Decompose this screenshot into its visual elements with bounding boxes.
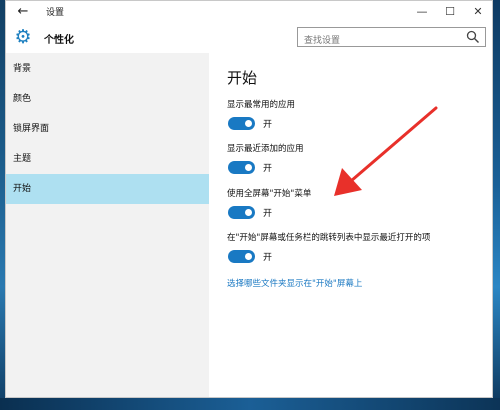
gear-icon: ⚙ bbox=[14, 26, 32, 48]
maximize-button[interactable]: ☐ bbox=[436, 1, 464, 23]
toggle-state-label: 开 bbox=[263, 209, 273, 219]
toggle-switch[interactable] bbox=[228, 206, 255, 219]
sidebar-item-lock-screen[interactable]: 锁屏界面 bbox=[6, 114, 209, 144]
watermark-logo bbox=[357, 366, 378, 397]
section-heading: 开始 bbox=[227, 69, 258, 87]
setting-most-used-apps: 显示最常用的应用 开 bbox=[227, 98, 295, 132]
sidebar-nav: 背景 颜色 锁屏界面 主题 开始 bbox=[6, 53, 209, 397]
toggle-state-label: 开 bbox=[263, 253, 273, 263]
sidebar-item-themes[interactable]: 主题 bbox=[6, 144, 209, 174]
toggle-knob bbox=[245, 164, 252, 171]
sidebar-item-background[interactable]: 背景 bbox=[6, 54, 209, 84]
toggle-state-label: 开 bbox=[263, 164, 273, 174]
title-bar: ← 设置 — ☐ ✕ bbox=[6, 1, 492, 23]
sidebar-item-start[interactable]: 开始 bbox=[6, 174, 209, 204]
close-button[interactable]: ✕ bbox=[464, 1, 492, 23]
sidebar-item-colors[interactable]: 颜色 bbox=[6, 84, 209, 114]
watermark-name: 脚本之家 bbox=[399, 373, 492, 399]
toggle-switch[interactable] bbox=[228, 161, 255, 174]
settings-content: 开始 显示最常用的应用 开 显示最近添加的应用 开 使用全屏幕"开始"菜单 开 … bbox=[209, 53, 492, 397]
toggle-switch[interactable] bbox=[228, 250, 255, 263]
window-title: 设置 bbox=[46, 8, 65, 18]
page-title: 个性化 bbox=[44, 35, 74, 46]
setting-label: 显示最常用的应用 bbox=[227, 100, 296, 110]
back-arrow-icon[interactable]: ← bbox=[14, 3, 32, 21]
search-icon[interactable] bbox=[466, 30, 480, 44]
toggle-knob bbox=[245, 120, 252, 127]
search-input[interactable] bbox=[298, 32, 454, 50]
search-box[interactable] bbox=[297, 27, 486, 50]
toggle-state-label: 开 bbox=[263, 120, 273, 130]
toggle-knob bbox=[245, 209, 252, 216]
desktop-background-right bbox=[493, 0, 500, 410]
setting-full-screen-start: 使用全屏幕"开始"菜单 开 bbox=[227, 187, 311, 221]
setting-recently-added-apps: 显示最近添加的应用 开 bbox=[227, 142, 304, 176]
setting-recent-items-jumplist: 在"开始"屏幕或任务栏的跳转列表中显示最近打开的项 开 bbox=[227, 231, 430, 265]
watermark: jb51.net 脚本之家 bbox=[352, 354, 492, 404]
watermark-url: jb51.net bbox=[441, 354, 488, 365]
settings-window: ← 设置 — ☐ ✕ ⚙ 个性化 背景 颜色 锁屏界面 主题 开始 开始 显示最… bbox=[5, 0, 493, 398]
minimize-button[interactable]: — bbox=[408, 1, 436, 23]
setting-label: 使用全屏幕"开始"菜单 bbox=[227, 189, 312, 199]
toggle-knob bbox=[245, 253, 252, 260]
setting-label: 在"开始"屏幕或任务栏的跳转列表中显示最近打开的项 bbox=[227, 233, 431, 243]
toggle-switch[interactable] bbox=[228, 117, 255, 130]
choose-folders-link[interactable]: 选择哪些文件夹显示在"开始"屏幕上 bbox=[227, 277, 362, 289]
setting-label: 显示最近添加的应用 bbox=[227, 144, 304, 154]
